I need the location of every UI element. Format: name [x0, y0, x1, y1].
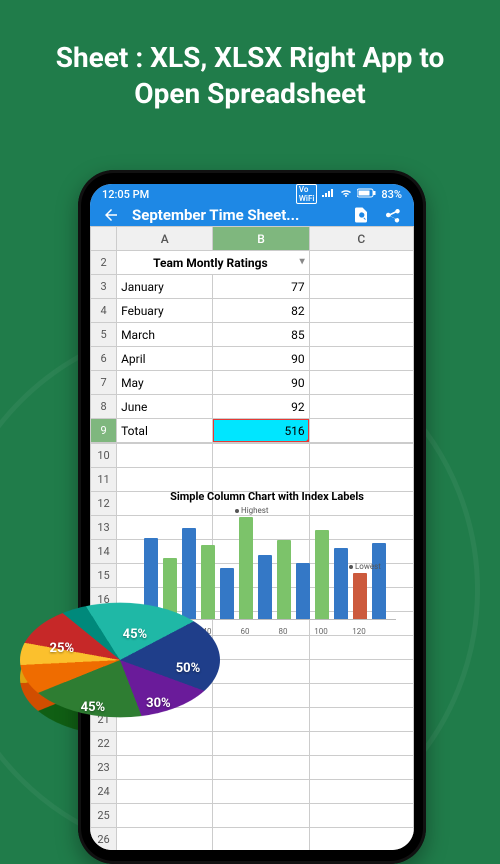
find-in-page-icon[interactable] — [350, 204, 372, 226]
cell[interactable]: Febuary — [117, 299, 213, 323]
cell[interactable] — [309, 275, 413, 299]
pie-slice-label: 45% — [123, 627, 148, 642]
x-tick: 100 — [314, 627, 328, 636]
cell[interactable] — [309, 299, 413, 323]
cell[interactable]: January — [117, 275, 213, 299]
pie-slice-label: 25% — [50, 641, 75, 656]
chart-annotation: Highest — [235, 506, 269, 515]
cell[interactable] — [309, 708, 413, 732]
volte-icon: VoWiFi — [296, 184, 318, 204]
chart-bar — [353, 573, 367, 619]
x-tick: 120 — [352, 627, 366, 636]
row-head[interactable]: 9 — [91, 419, 117, 443]
cell[interactable] — [309, 251, 413, 275]
column-chart-title: Simple Column Chart with Index Labels — [130, 490, 404, 503]
chart-bar — [315, 530, 329, 619]
row-head[interactable]: 10 — [91, 444, 117, 468]
battery-icon — [357, 188, 377, 201]
app-bar: September Time Sheet... — [90, 204, 414, 226]
pie-slice-label: 50% — [176, 661, 201, 676]
cell[interactable] — [117, 804, 213, 828]
row-head[interactable]: 12 — [91, 492, 117, 516]
cell[interactable] — [309, 323, 413, 347]
cell[interactable] — [309, 419, 413, 443]
x-tick: 80 — [279, 627, 288, 636]
col-header-a[interactable]: A — [117, 227, 213, 251]
status-time: 12:05 PM — [102, 188, 149, 201]
signal-icon — [321, 188, 335, 201]
cell[interactable] — [309, 660, 413, 684]
table-title-cell[interactable]: Team Montly Ratings ▾ — [117, 251, 310, 275]
cell[interactable]: April — [117, 347, 213, 371]
cell[interactable] — [117, 444, 213, 468]
cell[interactable] — [309, 444, 413, 468]
cell[interactable] — [117, 468, 213, 492]
row-head[interactable]: 25 — [91, 804, 117, 828]
table-title: Team Montly Ratings — [153, 256, 268, 270]
cell[interactable]: 90 — [213, 371, 309, 395]
pie-slice-label: 30% — [146, 696, 171, 711]
cell[interactable] — [309, 804, 413, 828]
cell[interactable] — [309, 636, 413, 660]
row-head[interactable]: 2 — [91, 251, 117, 275]
back-icon[interactable] — [100, 204, 122, 226]
status-bar: 12:05 PM VoWiFi 83% — [90, 184, 414, 204]
cell[interactable] — [117, 828, 213, 851]
cell[interactable] — [309, 780, 413, 804]
cell[interactable] — [309, 347, 413, 371]
row-head[interactable]: 4 — [91, 299, 117, 323]
chart-annotation: Lowest — [349, 562, 381, 571]
chart-bar — [277, 540, 291, 619]
cell[interactable]: March — [117, 323, 213, 347]
chart-bar — [258, 555, 272, 619]
cell[interactable] — [309, 468, 413, 492]
cell[interactable] — [309, 371, 413, 395]
cell[interactable]: 85 — [213, 323, 309, 347]
col-header-c[interactable]: C — [309, 227, 413, 251]
corner-cell[interactable] — [91, 227, 117, 251]
pie-slice-label: 45% — [81, 700, 106, 715]
row-head[interactable]: 7 — [91, 371, 117, 395]
row-head[interactable]: 3 — [91, 275, 117, 299]
filter-icon[interactable]: ▾ — [300, 256, 305, 267]
wifi-icon — [339, 188, 353, 201]
row-head[interactable]: 13 — [91, 516, 117, 540]
cell[interactable] — [213, 444, 309, 468]
chart-bar — [372, 543, 386, 619]
cell[interactable] — [309, 732, 413, 756]
row-head[interactable]: 26 — [91, 828, 117, 851]
cell[interactable]: 82 — [213, 299, 309, 323]
pie-chart: 45% 50% 30% 45% 25% — [20, 560, 250, 790]
chart-bar — [296, 563, 310, 619]
cell[interactable] — [309, 395, 413, 419]
cell[interactable] — [213, 468, 309, 492]
cell[interactable]: June — [117, 395, 213, 419]
cell[interactable] — [213, 804, 309, 828]
selected-cell[interactable]: 516 — [213, 419, 309, 443]
status-battery: 83% — [381, 188, 402, 201]
cell[interactable] — [309, 828, 413, 851]
cell[interactable]: Total — [117, 419, 213, 443]
col-header-b[interactable]: B — [213, 227, 309, 251]
cell[interactable] — [213, 828, 309, 851]
promo-headline: Sheet : XLS, XLSX Right App to Open Spre… — [0, 40, 500, 113]
cell[interactable]: 77 — [213, 275, 309, 299]
share-icon[interactable] — [382, 204, 404, 226]
spreadsheet-grid[interactable]: A B C 2 Team Montly Ratings ▾ 3January77… — [90, 226, 414, 443]
cell[interactable] — [309, 756, 413, 780]
row-head[interactable]: 11 — [91, 468, 117, 492]
row-head[interactable]: 5 — [91, 323, 117, 347]
cell[interactable]: May — [117, 371, 213, 395]
cell[interactable] — [309, 684, 413, 708]
appbar-title: September Time Sheet... — [132, 206, 340, 224]
row-head[interactable]: 6 — [91, 347, 117, 371]
row-head[interactable]: 8 — [91, 395, 117, 419]
cell[interactable]: 92 — [213, 395, 309, 419]
cell[interactable]: 90 — [213, 347, 309, 371]
chart-bar — [334, 548, 348, 619]
